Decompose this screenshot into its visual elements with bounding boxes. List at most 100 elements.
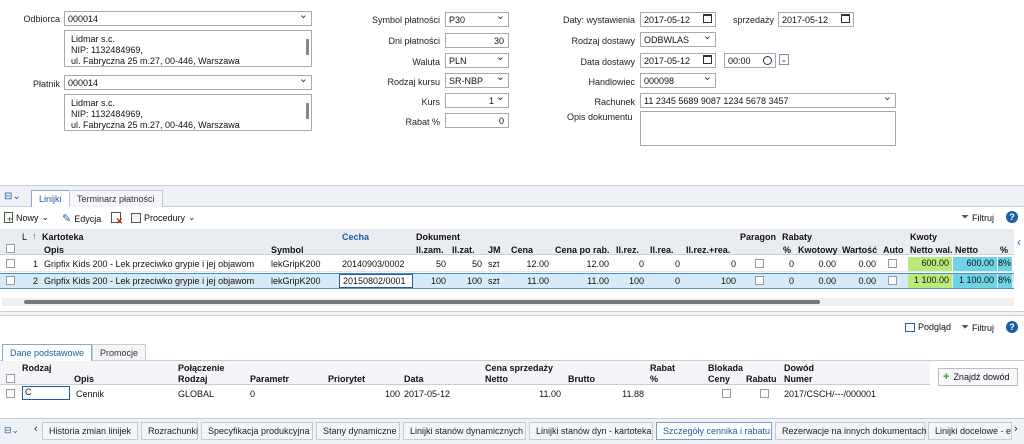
col-ilzat[interactable]: Il.zat.: [452, 245, 475, 255]
col-auto[interactable]: Auto: [883, 245, 904, 255]
col-dowod[interactable]: Dowód: [784, 363, 814, 373]
czas-dostawy-input[interactable]: 00:00: [724, 53, 776, 68]
col-ilrezrea[interactable]: Il.rez.+rea.: [686, 245, 730, 255]
col-opis[interactable]: Opis: [44, 245, 64, 255]
data-sprzedazy-input[interactable]: 2017-05-12: [778, 12, 854, 27]
clock-icon[interactable]: [763, 56, 772, 65]
platnik-select[interactable]: 000014: [64, 75, 312, 90]
col-priorytet[interactable]: Priorytet: [328, 374, 365, 384]
splitter[interactable]: [0, 311, 1024, 316]
znajdz-dowod-button[interactable]: + Znajdź dowód: [938, 368, 1018, 386]
calendar-icon[interactable]: [841, 14, 850, 23]
tab-rezerwacje-na-innych-dokumentach[interactable]: Rezerwacje na innych dokumentach: [775, 422, 927, 440]
filtruj-button[interactable]: ⏷ Filtruj: [961, 212, 994, 223]
col-price-rodzaj[interactable]: Rodzaj: [178, 374, 208, 384]
row-auto-checkbox[interactable]: [888, 276, 897, 285]
rabat-input[interactable]: 0: [445, 113, 509, 128]
row-checkbox[interactable]: [6, 389, 15, 398]
address-scrollbar[interactable]: [306, 103, 309, 119]
col-rabaty[interactable]: Rabaty: [782, 232, 812, 242]
scrollbar-thumb[interactable]: [24, 300, 820, 304]
row-cecha-edit[interactable]: 20150802/0001: [339, 274, 413, 288]
data-wystawienia-input[interactable]: 2017-05-12: [640, 12, 716, 27]
bottom-tabs-left-arrow[interactable]: ‹: [34, 423, 38, 435]
sort-asc-icon[interactable]: ↑: [32, 231, 37, 241]
tab-promocje[interactable]: Promocje: [92, 344, 147, 360]
col-cecha[interactable]: Cecha: [342, 232, 369, 242]
col-paragon[interactable]: Paragon: [740, 232, 776, 242]
bottom-tabs-right-arrow[interactable]: ›: [1014, 423, 1018, 435]
bottom-tabs-menu-icon[interactable]: ⊟⌄: [4, 425, 19, 436]
horizontal-scrollbar[interactable]: [2, 298, 1014, 306]
row-blokada-rabatu-checkbox[interactable]: [760, 389, 769, 398]
help-icon[interactable]: ?: [1006, 211, 1018, 223]
scroll-right-arrow[interactable]: ‹: [1014, 229, 1024, 255]
procedury-button[interactable]: Procedury ⌄: [131, 212, 196, 223]
tab-specyfikacja-produkcyjna[interactable]: Specyfikacja produkcyjna: [201, 422, 313, 440]
data-dostawy-input[interactable]: 2017-05-12: [640, 53, 716, 68]
select-all-checkbox[interactable]: [6, 244, 15, 253]
col-rabat-pct[interactable]: %: [783, 245, 791, 255]
row-cecha[interactable]: 20140903/0002: [342, 259, 405, 269]
lower-help-icon[interactable]: ?: [1006, 321, 1018, 333]
tab-dane-podstawowe[interactable]: Dane podstawowe: [2, 344, 93, 361]
tab-linijki-docelowe[interactable]: Linijki docelowe - e: [928, 422, 1012, 440]
tab-historia-zmian-linijek[interactable]: Historia zmian linijek: [42, 422, 138, 440]
row-auto-checkbox[interactable]: [888, 259, 897, 268]
kurs-select[interactable]: 1: [445, 93, 509, 108]
view-options-icon[interactable]: ⊟⌄: [4, 191, 21, 202]
rodzaj-kursu-select[interactable]: SR-NBP: [445, 73, 509, 88]
dni-platnosci-input[interactable]: 30: [445, 33, 509, 48]
row-checkbox[interactable]: [6, 259, 15, 268]
czas-dropdown-button[interactable]: ⌄: [779, 54, 789, 65]
rodzaj-dostawy-select[interactable]: ODBWLAS: [640, 32, 716, 47]
symbol-platnosci-select[interactable]: P30: [445, 12, 509, 27]
col-cena-sprzedazy[interactable]: Cena sprzedaży: [485, 363, 553, 373]
col-ilrea[interactable]: Il.rea.: [650, 245, 674, 255]
col-price-brutto[interactable]: Brutto: [568, 374, 595, 384]
col-cena-po-rab[interactable]: Cena po rab.: [555, 245, 610, 255]
tab-linijki-stanow-dyn-kartoteka[interactable]: Linijki stanów dyn - kartoteka: [529, 422, 653, 440]
col-price-opis[interactable]: Opis: [74, 374, 94, 384]
row-rodzaj-edit[interactable]: C: [22, 386, 70, 400]
tab-terminarz-platnosci[interactable]: Terminarz płatności: [69, 190, 163, 207]
tab-stany-dynamiczne[interactable]: Stany dynamiczne: [316, 422, 400, 440]
col-blokada-rabatu[interactable]: Rabatu: [746, 374, 777, 384]
price-select-all-checkbox[interactable]: [6, 374, 15, 383]
col-numer[interactable]: Numer: [784, 374, 813, 384]
nowy-button[interactable]: + Nowy ⌄: [4, 212, 49, 224]
address-scrollbar[interactable]: [306, 39, 309, 55]
col-kwotowy[interactable]: Kwotowy: [798, 245, 838, 255]
row-blokada-ceny-checkbox[interactable]: [722, 389, 731, 398]
row-paragon-checkbox[interactable]: [755, 276, 764, 285]
col-l[interactable]: L: [22, 232, 27, 242]
col-rodzaj[interactable]: Rodzaj: [22, 363, 52, 373]
odbiorca-select[interactable]: 000014: [64, 11, 312, 26]
col-jm[interactable]: JM: [488, 245, 501, 255]
delete-button[interactable]: ✕: [111, 212, 123, 226]
col-cena[interactable]: Cena: [511, 245, 533, 255]
col-rabat-pct[interactable]: %: [650, 374, 658, 384]
tab-linijki-stanow-dynamicznych[interactable]: Linijki stanów dynamicznych: [403, 422, 526, 440]
col-netto-wal[interactable]: Netto wal.: [910, 245, 953, 255]
podglad-button[interactable]: Podgląd: [905, 322, 951, 332]
col-blokada[interactable]: Blokada: [708, 363, 743, 373]
col-parametr[interactable]: Parametr: [250, 374, 289, 384]
col-rabat[interactable]: Rabat: [650, 363, 675, 373]
col-dokument[interactable]: Dokument: [416, 232, 460, 242]
col-price-netto[interactable]: Netto: [485, 374, 508, 384]
col-kwoty[interactable]: Kwoty: [910, 232, 937, 242]
edycja-button[interactable]: ✎ Edycja: [62, 212, 101, 225]
tab-linijki[interactable]: Linijki: [31, 190, 70, 207]
col-ilrez[interactable]: Il.rez.: [616, 245, 639, 255]
row-checkbox[interactable]: [6, 276, 15, 285]
calendar-icon[interactable]: [703, 14, 712, 23]
col-symbol[interactable]: Symbol: [271, 245, 304, 255]
col-netto[interactable]: Netto: [955, 245, 978, 255]
col-polaczenie[interactable]: Połączenie: [178, 363, 225, 373]
rachunek-select[interactable]: 11 2345 5689 9087 1234 5678 3457: [640, 93, 896, 108]
col-ilzam[interactable]: Il.zam.: [416, 245, 444, 255]
calendar-icon[interactable]: [703, 55, 712, 64]
waluta-select[interactable]: PLN: [445, 53, 509, 68]
col-wartosc[interactable]: Wartość: [842, 245, 877, 255]
